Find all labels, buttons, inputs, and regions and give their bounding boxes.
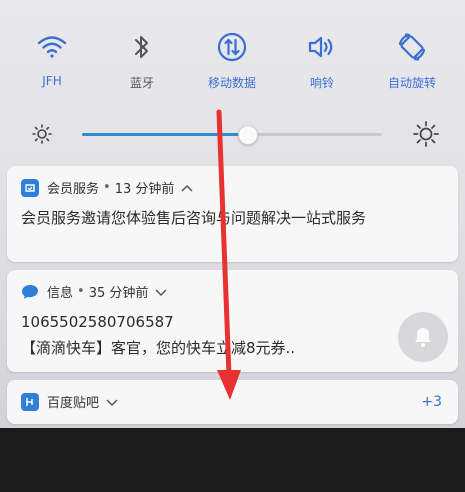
swipe-down-arrow	[216, 109, 241, 400]
notification-shade: JFH 蓝牙 移动数据 响铃 自动旋转 会员服务 • 13 分钟前 会员服务邀请…	[0, 0, 465, 492]
